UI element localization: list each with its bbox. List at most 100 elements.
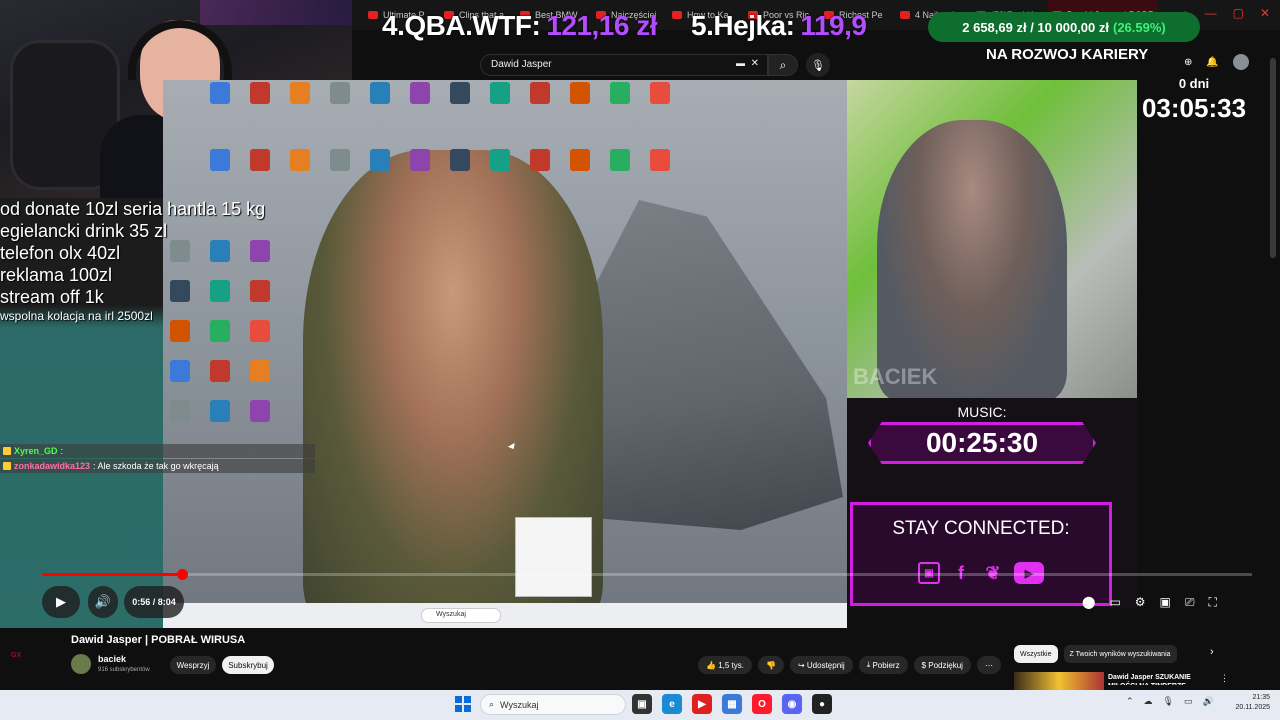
windows-search-placeholder: Wyszukaj bbox=[500, 699, 539, 710]
miniplayer-icon[interactable]: ▣ bbox=[1160, 595, 1171, 609]
desktop-app-icon[interactable] bbox=[570, 149, 590, 171]
chat-text: : Ale szkoda że tak go wkręcają bbox=[93, 461, 219, 471]
cast-icon[interactable]: ⎚ bbox=[1185, 595, 1195, 610]
share-button[interactable]: ↪ Udostępnij bbox=[789, 656, 853, 674]
maximize-icon[interactable]: ▢ bbox=[1233, 6, 1244, 21]
chevron-up-icon[interactable]: ⌃ bbox=[1126, 696, 1134, 707]
desktop-app-icon[interactable] bbox=[370, 82, 390, 104]
inner-window-preview bbox=[515, 517, 592, 597]
goal-percent: (26.59%) bbox=[1112, 19, 1166, 35]
account-avatar[interactable] bbox=[1232, 54, 1249, 70]
desktop-app-icon[interactable] bbox=[330, 149, 350, 171]
minimize-icon[interactable]: — bbox=[1205, 6, 1217, 21]
volume-button[interactable]: 🔊 bbox=[88, 586, 118, 618]
store-icon[interactable]: ▦ bbox=[722, 694, 742, 714]
led-light bbox=[200, 0, 352, 25]
desktop-app-icon[interactable] bbox=[650, 149, 670, 171]
stay-connected-label: STAY CONNECTED: bbox=[892, 518, 1070, 539]
desktop-app-icon[interactable] bbox=[450, 149, 470, 171]
desktop-app-icon[interactable] bbox=[490, 149, 510, 171]
desktop-app-icon[interactable] bbox=[250, 360, 270, 382]
timer-value: 03:05:33 bbox=[1141, 93, 1247, 123]
create-icon[interactable]: ⊕ bbox=[1184, 57, 1192, 68]
desktop-app-icon[interactable] bbox=[210, 149, 230, 171]
edge-icon[interactable]: e bbox=[662, 694, 682, 714]
desktop-app-icon[interactable] bbox=[210, 400, 230, 422]
chevron-right-icon[interactable]: › bbox=[1210, 646, 1214, 658]
page-scrollbar[interactable] bbox=[1270, 58, 1276, 258]
headset bbox=[128, 20, 232, 80]
recommendation-thumbnail[interactable] bbox=[1014, 672, 1104, 690]
system-clock[interactable]: 21:35 20.11.2025 bbox=[1222, 693, 1270, 713]
inner-search-box: Wyszukaj bbox=[421, 608, 501, 623]
search-button[interactable]: ⌕ bbox=[768, 54, 798, 76]
like-button[interactable]: 👍 1,5 tys. bbox=[698, 656, 752, 674]
more-vertical-icon[interactable]: ⋮ bbox=[1220, 673, 1229, 684]
keyboard-icon[interactable]: ▬ bbox=[736, 58, 745, 68]
video-actions: 👍 1,5 tys. 👎 ↪ Udostępnij ⤓ Pobierz $ Po… bbox=[698, 656, 1001, 674]
microphone-icon[interactable]: 🎙 bbox=[1163, 696, 1174, 707]
desktop-app-icon[interactable] bbox=[530, 149, 550, 171]
filter-from-search[interactable]: Z Twoich wyników wyszukiwania bbox=[1063, 645, 1177, 663]
screen: Ultimate P Clips that a Best BMW Najczęście… bbox=[0, 0, 1280, 720]
donate-line: telefon olx 40zl bbox=[0, 243, 121, 263]
windows-search[interactable]: ⌕ Wyszukaj bbox=[480, 694, 626, 715]
notifications-icon[interactable]: 🔔 bbox=[1206, 57, 1218, 68]
desktop-app-icon[interactable] bbox=[290, 82, 310, 104]
desktop-app-icon[interactable] bbox=[610, 149, 630, 171]
youtube-app-icon[interactable]: ▶ bbox=[692, 694, 712, 714]
desktop-app-icon[interactable] bbox=[610, 82, 630, 104]
speaker-icon[interactable]: 🔊 bbox=[1203, 696, 1214, 707]
desktop-app-icon[interactable] bbox=[170, 400, 190, 422]
desktop-app-icon[interactable] bbox=[170, 360, 190, 382]
more-actions-button[interactable]: ⋯ bbox=[976, 656, 1001, 674]
desktop-app-icon[interactable] bbox=[410, 82, 430, 104]
desktop-app-icon[interactable] bbox=[410, 149, 430, 171]
desktop-app-icon[interactable] bbox=[250, 82, 270, 104]
channel-avatar[interactable] bbox=[71, 654, 91, 674]
display-icon[interactable]: ▭ bbox=[1184, 696, 1193, 707]
desktop-app-icon[interactable] bbox=[490, 82, 510, 104]
desktop-app-icon[interactable] bbox=[370, 149, 390, 171]
desktop-app-icon[interactable] bbox=[530, 82, 550, 104]
play-button[interactable]: ▶ bbox=[42, 586, 80, 618]
obs-icon[interactable]: ● bbox=[812, 694, 832, 714]
thanks-button[interactable]: $ Podziękuj bbox=[913, 656, 971, 674]
close-icon[interactable]: ✕ bbox=[1260, 6, 1270, 21]
discord-icon[interactable]: ◉ bbox=[782, 694, 802, 714]
subscribe-button[interactable]: Subskrybuj bbox=[222, 656, 274, 674]
voice-search-button[interactable]: 🎙 bbox=[806, 53, 830, 77]
search-icon: ⌕ bbox=[489, 699, 495, 709]
settings-icon[interactable]: ⚙ bbox=[1135, 595, 1146, 609]
stream-timer: 0 dni 03:05:33 bbox=[1140, 76, 1248, 124]
system-tray: ⌃ ☁ 🎙 ▭ 🔊 bbox=[1126, 696, 1214, 707]
time-display: 0:56 / 8:04 bbox=[124, 586, 184, 618]
donate-line: egielancki drink 35 zl bbox=[0, 221, 168, 241]
fullscreen-icon[interactable]: ⛶ bbox=[1209, 595, 1217, 610]
desktop-app-icon[interactable] bbox=[330, 82, 350, 104]
play-icon: ▶ bbox=[56, 594, 66, 609]
autoplay-toggle-icon[interactable]: ⬤ bbox=[1082, 595, 1095, 609]
desktop-app-icon[interactable] bbox=[570, 82, 590, 104]
support-button[interactable]: Wesprzyj bbox=[170, 656, 216, 674]
opera-gx-icon[interactable]: O bbox=[752, 694, 772, 714]
clear-search-icon[interactable]: ✕ bbox=[751, 58, 759, 69]
desktop-app-icon[interactable] bbox=[250, 400, 270, 422]
progress-bar[interactable] bbox=[42, 569, 1252, 580]
search-input[interactable]: Dawid Jasper ✕ ▬ bbox=[480, 54, 768, 76]
desktop-app-icon[interactable] bbox=[210, 360, 230, 382]
desktop-app-icon[interactable] bbox=[650, 82, 670, 104]
subtitles-icon[interactable]: ▭ bbox=[1109, 595, 1120, 609]
channel-name[interactable]: baciek bbox=[98, 654, 126, 664]
desktop-app-icon[interactable] bbox=[450, 82, 470, 104]
desktop-app-icon[interactable] bbox=[250, 149, 270, 171]
desktop-app-icon[interactable] bbox=[290, 149, 310, 171]
cloud-icon[interactable]: ☁ bbox=[1144, 696, 1153, 707]
recommendation-title[interactable]: Dawid Jasper SZUKANIE MIŁOŚCI NA TINDERZ… bbox=[1108, 673, 1208, 685]
task-view-icon[interactable]: ▣ bbox=[632, 694, 652, 714]
desktop-app-icon[interactable] bbox=[210, 82, 230, 104]
download-button[interactable]: ⤓ Pobierz bbox=[858, 656, 908, 674]
filter-all[interactable]: Wszystkie bbox=[1014, 645, 1058, 663]
dislike-button[interactable]: 👎 bbox=[757, 656, 784, 674]
windows-start-icon[interactable] bbox=[455, 696, 471, 712]
